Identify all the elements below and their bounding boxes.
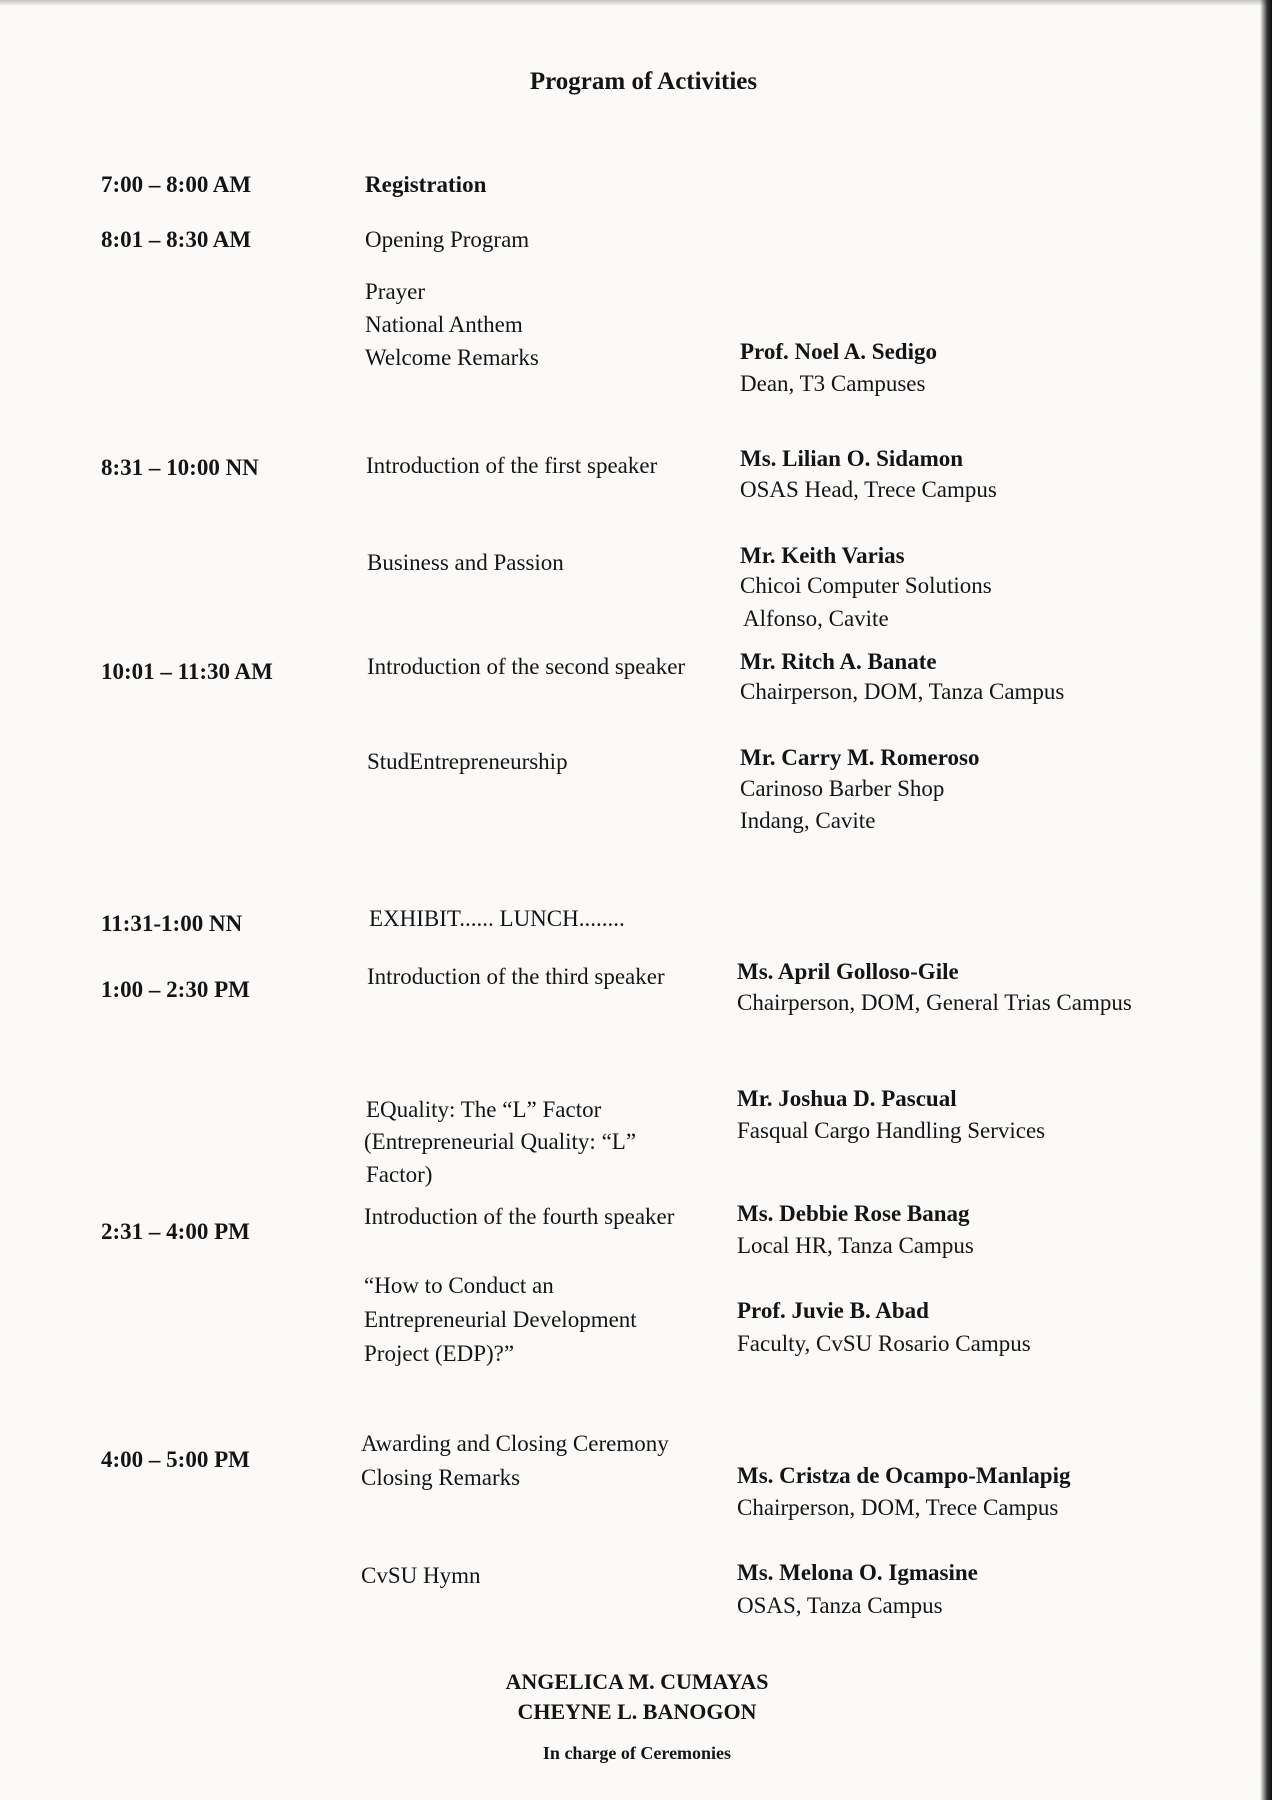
activity: CvSU Hymn bbox=[361, 1563, 481, 1588]
activity-line: National Anthem bbox=[365, 312, 523, 337]
speaker-name: Prof. Juvie B. Abad bbox=[737, 1298, 929, 1323]
activity-line: Prayer bbox=[365, 279, 426, 304]
speaker-affiliation: OSAS Head, Trece Campus bbox=[740, 477, 997, 502]
activity-line: Entrepreneurial Development bbox=[364, 1307, 637, 1332]
speaker-affiliation: Local HR, Tanza Campus bbox=[737, 1233, 974, 1258]
page-title: Program of Activities bbox=[529, 68, 758, 95]
activity: Introduction of the third speaker bbox=[367, 964, 665, 989]
page-edge-shadow bbox=[1260, 0, 1272, 1800]
speaker-affiliation: Alfonso, Cavite bbox=[743, 606, 889, 631]
speaker-name: Prof. Noel A. Sedigo bbox=[740, 339, 937, 364]
time-slot: 8:01 – 8:30 AM bbox=[101, 227, 252, 252]
activity-line: Factor) bbox=[366, 1162, 433, 1187]
speaker-affiliation: Dean, T3 Campuses bbox=[740, 371, 926, 396]
page-top-shadow bbox=[0, 0, 1272, 6]
activity: Business and Passion bbox=[367, 550, 564, 575]
activity: StudEntrepreneurship bbox=[367, 749, 568, 774]
time-slot: 1:00 – 2:30 PM bbox=[101, 977, 250, 1002]
time-slot: 10:01 – 11:30 AM bbox=[101, 659, 273, 684]
speaker-name: Mr. Carry M. Romeroso bbox=[740, 745, 980, 770]
speaker-affiliation: OSAS, Tanza Campus bbox=[737, 1593, 943, 1618]
activity-line: EQuality: The “L” Factor bbox=[366, 1097, 602, 1122]
activity-line: Closing Remarks bbox=[361, 1465, 521, 1490]
activity: Introduction of the first speaker bbox=[366, 453, 658, 478]
activity-line: Awarding and Closing Ceremony bbox=[361, 1431, 669, 1456]
activity: Introduction of the fourth speaker bbox=[364, 1204, 675, 1229]
speaker-affiliation: Fasqual Cargo Handling Services bbox=[737, 1118, 1046, 1143]
speaker-name: Ms. Cristza de Ocampo-Manlapig bbox=[737, 1463, 1071, 1488]
speaker-affiliation: Indang, Cavite bbox=[740, 808, 876, 833]
activity-line: (Entrepreneurial Quality: “L” bbox=[364, 1129, 637, 1154]
speaker-affiliation: Carinoso Barber Shop bbox=[740, 776, 945, 801]
speaker-name: Mr. Keith Varias bbox=[740, 543, 905, 568]
speaker-affiliation: Chairperson, DOM, General Trias Campus bbox=[737, 990, 1132, 1015]
speaker-name: Ms. Debbie Rose Banag bbox=[737, 1201, 970, 1226]
activity-line: Project (EDP)?” bbox=[364, 1341, 515, 1366]
organizer-name: ANGELICA M. CUMAYAS bbox=[505, 1669, 769, 1694]
organizer-name: CHEYNE L. BANOGON bbox=[517, 1699, 757, 1724]
time-slot: 4:00 – 5:00 PM bbox=[101, 1447, 250, 1472]
organizer-role: In charge of Ceremonies bbox=[542, 1743, 732, 1763]
activity-line: Welcome Remarks bbox=[365, 345, 539, 370]
activity: Registration bbox=[365, 172, 487, 197]
speaker-affiliation: Chairperson, DOM, Tanza Campus bbox=[740, 679, 1065, 704]
activity: Introduction of the second speaker bbox=[367, 654, 686, 679]
activity: EXHIBIT...... LUNCH........ bbox=[369, 906, 625, 931]
time-slot: 7:00 – 8:00 AM bbox=[101, 172, 252, 197]
time-slot: 11:31-1:00 NN bbox=[101, 911, 243, 936]
speaker-affiliation: Chairperson, DOM, Trece Campus bbox=[737, 1495, 1059, 1520]
time-slot: 8:31 – 10:00 NN bbox=[101, 455, 259, 480]
speaker-name: Mr. Joshua D. Pascual bbox=[737, 1086, 957, 1111]
speaker-name: Ms. April Golloso-Gile bbox=[737, 959, 959, 984]
speaker-name: Ms. Lilian O. Sidamon bbox=[740, 446, 964, 471]
activity-line: “How to Conduct an bbox=[364, 1273, 554, 1298]
speaker-affiliation: Faculty, CvSU Rosario Campus bbox=[737, 1331, 1031, 1356]
speaker-name: Mr. Ritch A. Banate bbox=[740, 649, 937, 674]
activity: Opening Program bbox=[365, 227, 530, 252]
speaker-name: Ms. Melona O. Igmasine bbox=[737, 1560, 978, 1585]
time-slot: 2:31 – 4:00 PM bbox=[101, 1219, 250, 1244]
speaker-affiliation: Chicoi Computer Solutions bbox=[740, 573, 992, 598]
